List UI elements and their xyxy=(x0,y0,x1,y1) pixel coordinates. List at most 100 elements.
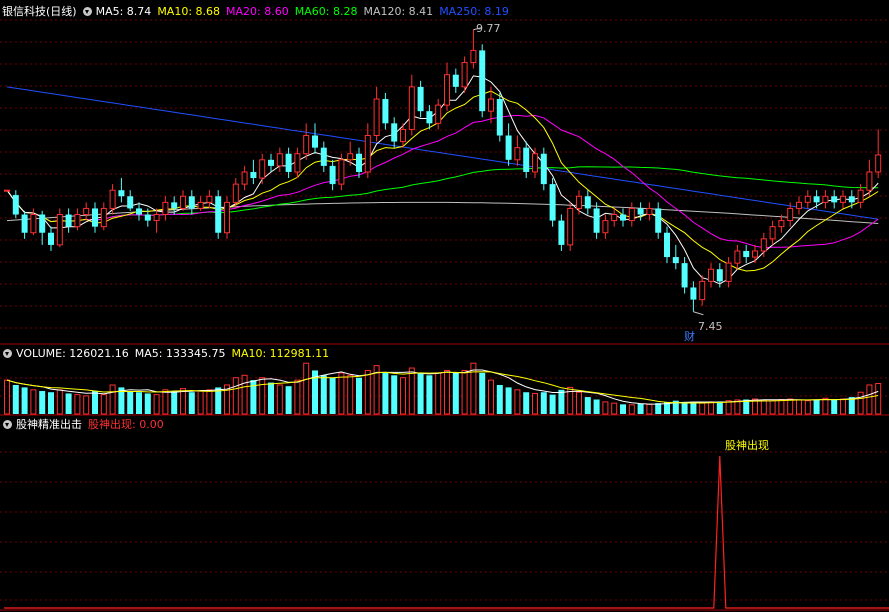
candle-body xyxy=(118,190,125,197)
candle-body xyxy=(681,263,688,288)
candle-body xyxy=(188,196,195,209)
candle-body xyxy=(813,196,820,203)
volume-bar xyxy=(329,377,336,414)
volume-panel-header: VOLUME: 126021.16 MA5: 133345.75 MA10: 1… xyxy=(0,346,335,360)
ma10-label: MA10: 8.68 xyxy=(157,4,221,18)
candle-body xyxy=(127,196,134,209)
volume-bar xyxy=(276,384,283,415)
volume-bar xyxy=(576,391,582,415)
indicator-title[interactable]: 股神精准出击 xyxy=(16,416,82,432)
candle-body xyxy=(532,153,538,173)
volume-bar xyxy=(259,377,266,415)
high-price-label: 9.77 xyxy=(476,22,501,35)
candle-body xyxy=(452,74,459,87)
candle-body xyxy=(109,189,116,209)
candle-body xyxy=(444,74,450,106)
candle-body xyxy=(760,238,767,252)
volume-bar xyxy=(171,391,178,414)
dropdown-circle-icon[interactable] xyxy=(3,348,12,358)
candle-body xyxy=(523,147,530,172)
candle-body xyxy=(461,62,468,88)
candle-body xyxy=(628,207,635,222)
candle-body xyxy=(144,214,151,221)
candle-body xyxy=(12,195,19,215)
candle-body xyxy=(769,226,776,240)
volume-bar xyxy=(769,400,776,415)
candle-body xyxy=(180,195,186,209)
candle-body xyxy=(426,111,433,124)
ma20-line xyxy=(6,114,879,249)
volume-bar xyxy=(822,397,829,415)
volume-bar xyxy=(338,372,345,415)
candle-body xyxy=(268,159,274,166)
candle-body xyxy=(417,86,424,112)
volume-bar xyxy=(30,389,37,415)
candle-body xyxy=(576,195,582,209)
volume-bar xyxy=(699,402,706,415)
volume-bar xyxy=(197,390,204,415)
volume-bar xyxy=(206,389,213,415)
volume-bar xyxy=(523,392,530,414)
candle-body xyxy=(787,207,794,222)
stock-title[interactable]: 银信科技(日线) xyxy=(2,3,77,19)
ma20-label: MA20: 8.60 xyxy=(226,4,289,18)
volume-bar xyxy=(479,372,486,414)
volume-bar xyxy=(875,383,882,415)
volume-bar xyxy=(637,403,644,414)
candle-body xyxy=(30,214,37,234)
volume-bar xyxy=(708,401,714,415)
candle-body xyxy=(48,232,54,245)
stock-chart[interactable] xyxy=(0,0,889,612)
candle-body xyxy=(373,98,380,136)
volume-bar xyxy=(796,399,802,415)
candle-body xyxy=(162,201,169,216)
volume-bar xyxy=(866,384,873,415)
candle-body xyxy=(21,214,28,233)
candle-body xyxy=(857,189,864,203)
volume-bar xyxy=(162,389,169,415)
volume-ma10-label: MA10: 112981.11 xyxy=(231,346,330,360)
dropdown-circle-icon[interactable] xyxy=(3,419,12,429)
candle-body xyxy=(602,220,609,234)
candle-body xyxy=(831,196,838,203)
volume-bar xyxy=(188,392,195,414)
volume-bar xyxy=(109,384,116,415)
volume-bar xyxy=(400,377,406,415)
candle-body xyxy=(65,214,72,227)
volume-bar xyxy=(787,398,794,415)
ma5-label: MA5: 8.74 xyxy=(95,4,152,18)
candle-body xyxy=(796,201,802,209)
volume-bar xyxy=(48,392,54,414)
candle-body xyxy=(303,134,310,155)
candle-body xyxy=(329,165,336,185)
signal-label: 股神出现 xyxy=(725,439,769,452)
volume-bar xyxy=(356,377,362,414)
candle-body xyxy=(567,207,574,246)
candle-body xyxy=(672,257,679,264)
candle-body xyxy=(840,195,846,203)
candle-body xyxy=(276,153,283,167)
volume-bar xyxy=(127,391,134,414)
candle-body xyxy=(593,208,600,233)
volume-bar xyxy=(505,387,512,414)
candle-body xyxy=(206,195,213,203)
volume-bar xyxy=(628,404,635,415)
low-price-label: 7.45 xyxy=(698,320,723,333)
candle-body xyxy=(699,280,706,301)
volume-bar xyxy=(461,369,468,415)
financial-report-marker[interactable]: 财 xyxy=(684,330,695,343)
candle-body xyxy=(4,189,10,192)
candle-body xyxy=(215,196,222,233)
low-pointer xyxy=(693,311,704,316)
volume-bar xyxy=(12,384,19,414)
candle-body xyxy=(197,201,204,209)
volume-bar xyxy=(408,367,415,415)
dropdown-circle-icon[interactable] xyxy=(82,6,92,16)
candle-body xyxy=(620,214,626,221)
candle-body xyxy=(83,207,90,216)
volume-bar xyxy=(690,402,697,414)
volume-bar xyxy=(532,392,538,415)
candle-body xyxy=(743,250,750,258)
candle-body xyxy=(312,135,318,148)
ma60-label: MA60: 8.28 xyxy=(294,4,358,18)
